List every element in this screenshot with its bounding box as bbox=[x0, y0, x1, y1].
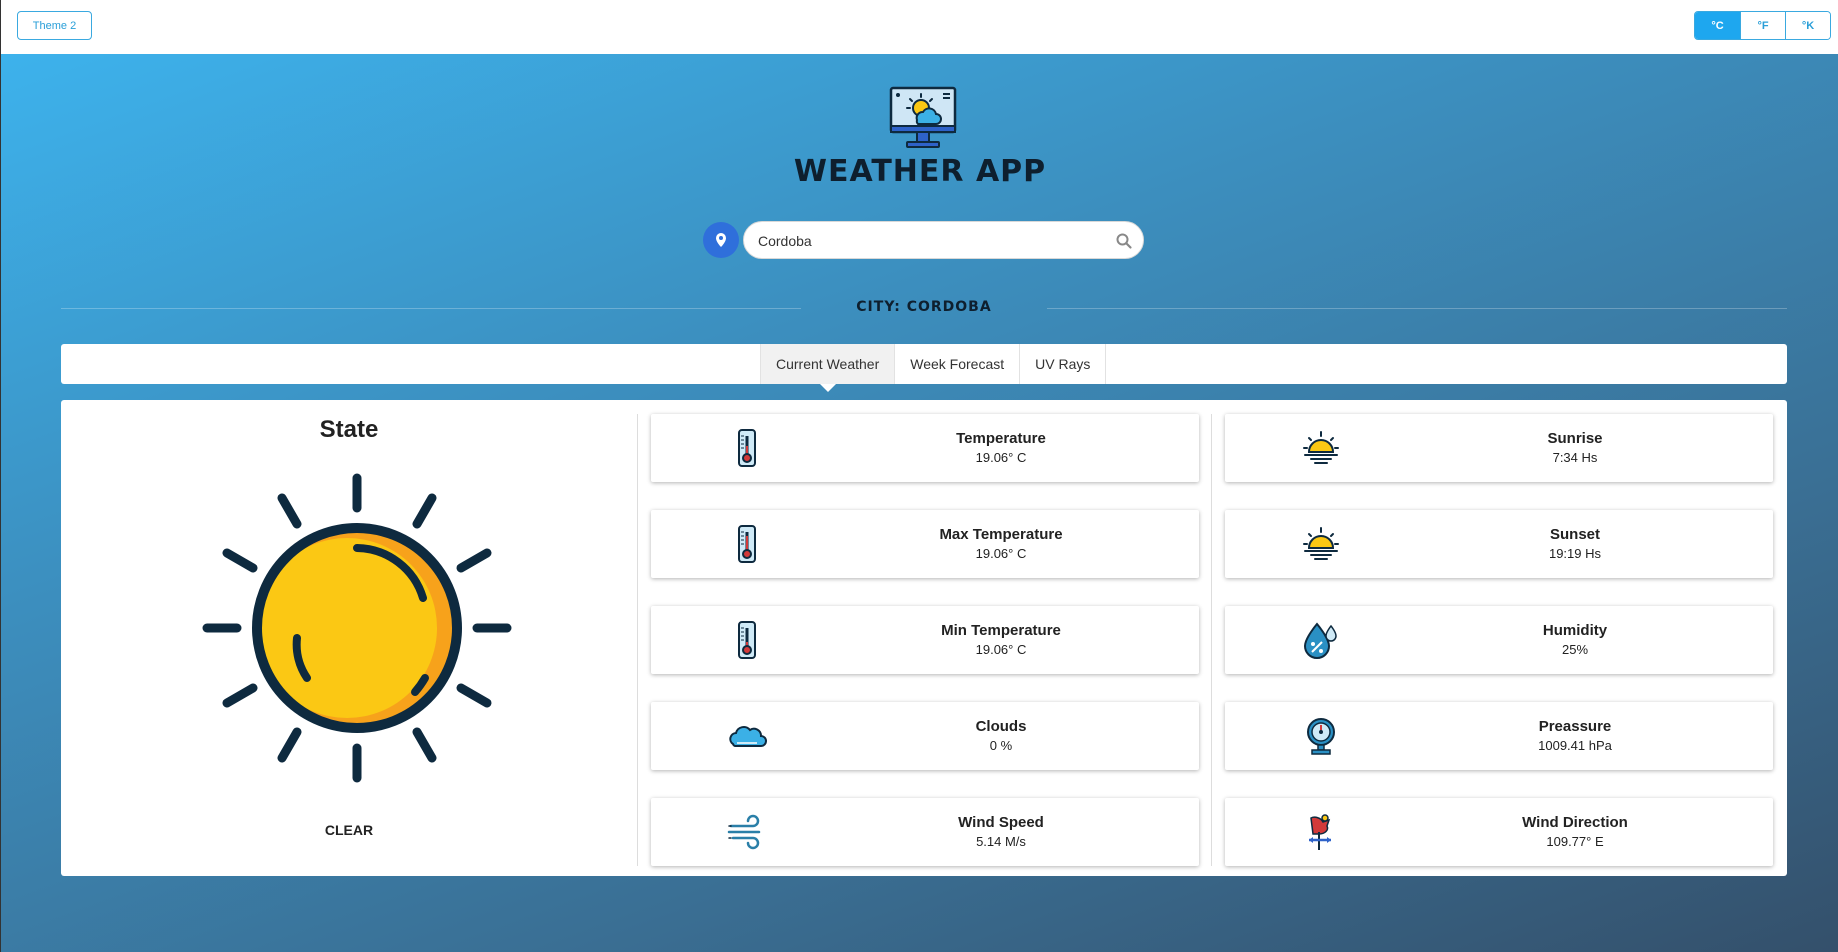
metric-card-wind-speed: Wind Speed 5.14 M/s bbox=[651, 798, 1199, 866]
weather-monitor-icon bbox=[889, 86, 957, 148]
metric-label: Max Temperature bbox=[939, 526, 1063, 543]
city-search-input[interactable] bbox=[758, 231, 1098, 251]
metric-card-max-temperature: Max Temperature 19.06° C bbox=[651, 510, 1199, 578]
metric-value: 25% bbox=[1561, 642, 1589, 657]
metric-label: Humidity bbox=[1542, 622, 1608, 639]
column-divider bbox=[637, 414, 638, 866]
metric-value: 109.77° E bbox=[1546, 834, 1604, 849]
cloud-icon bbox=[729, 726, 767, 747]
metric-card-pressure: Preassure 1009.41 hPa bbox=[1225, 702, 1773, 770]
humidity-drop-icon bbox=[1303, 622, 1337, 659]
location-pin-icon bbox=[716, 233, 726, 247]
metric-value: 0 % bbox=[989, 738, 1013, 753]
top-bar: Theme 2 °C °F °K bbox=[0, 0, 1838, 54]
theme-toggle-button[interactable]: Theme 2 bbox=[17, 11, 92, 40]
app-title: WEATHER APP bbox=[793, 154, 1047, 189]
tab-week-forecast[interactable]: Week Forecast bbox=[894, 344, 1019, 384]
metric-value: 19.06° C bbox=[975, 642, 1027, 657]
metric-label: Temperature bbox=[956, 430, 1046, 447]
metric-value: 1009.41 hPa bbox=[1538, 738, 1612, 753]
metric-card-clouds: Clouds 0 % bbox=[651, 702, 1199, 770]
metric-card-temperature: Temperature 19.06° C bbox=[651, 414, 1199, 482]
state-title: State bbox=[319, 416, 379, 443]
search-box bbox=[743, 221, 1144, 259]
metric-label: Wind Direction bbox=[1522, 814, 1628, 831]
location-button[interactable] bbox=[703, 222, 739, 258]
metric-label: Clouds bbox=[975, 718, 1027, 735]
metric-label: Min Temperature bbox=[941, 622, 1061, 639]
thermometer-icon bbox=[738, 429, 756, 467]
weather-state-description: CLEAR bbox=[324, 822, 374, 838]
column-divider bbox=[1211, 414, 1212, 866]
tab-bar: Current Weather Week Forecast UV Rays bbox=[61, 344, 1787, 392]
metric-card-humidity: Humidity 25% bbox=[1225, 606, 1773, 674]
barometer-icon bbox=[1307, 718, 1335, 755]
tab-current-weather[interactable]: Current Weather bbox=[760, 344, 895, 392]
thermometer-icon bbox=[738, 525, 756, 563]
city-name: CITY: CORDOBA bbox=[856, 299, 992, 315]
wind-icon bbox=[727, 814, 761, 850]
city-row: CITY: CORDOBA bbox=[61, 296, 1787, 320]
main-area: WEATHER APP CITY: CORDOBA Current Weathe… bbox=[0, 54, 1838, 952]
metric-card-sunrise: Sunrise 7:34 Hs bbox=[1225, 414, 1773, 482]
unit-selector: °C °F °K bbox=[1694, 11, 1831, 40]
metric-card-wind-direction: Wind Direction 109.77° E bbox=[1225, 798, 1773, 866]
metric-label: Sunset bbox=[1549, 526, 1600, 543]
metric-value: 19.06° C bbox=[975, 546, 1027, 561]
metric-label: Preassure bbox=[1538, 718, 1612, 735]
current-weather-panel: State CLEAR Temperature 19.06° C Max Tem… bbox=[61, 400, 1787, 876]
metric-value: 19:19 Hs bbox=[1548, 546, 1602, 561]
metric-value: 5.14 M/s bbox=[976, 834, 1026, 849]
metric-label: Sunrise bbox=[1547, 430, 1603, 447]
metric-value: 19.06° C bbox=[975, 450, 1027, 465]
weathervane-icon bbox=[1309, 814, 1331, 850]
metric-card-sunset: Sunset 19:19 Hs bbox=[1225, 510, 1773, 578]
sunset-icon bbox=[1303, 527, 1339, 560]
tab-uv-rays[interactable]: UV Rays bbox=[1019, 344, 1107, 384]
unit-kelvin-button[interactable]: °K bbox=[1785, 12, 1830, 39]
metric-label: Wind Speed bbox=[958, 814, 1044, 831]
metric-value: 7:34 Hs bbox=[1552, 450, 1598, 465]
unit-celsius-button[interactable]: °C bbox=[1695, 12, 1740, 39]
sun-icon bbox=[202, 473, 512, 783]
metric-card-min-temperature: Min Temperature 19.06° C bbox=[651, 606, 1199, 674]
search-icon[interactable] bbox=[1115, 232, 1133, 250]
thermometer-icon bbox=[738, 621, 756, 659]
unit-fahrenheit-button[interactable]: °F bbox=[1740, 12, 1785, 39]
sunrise-icon bbox=[1303, 431, 1339, 464]
